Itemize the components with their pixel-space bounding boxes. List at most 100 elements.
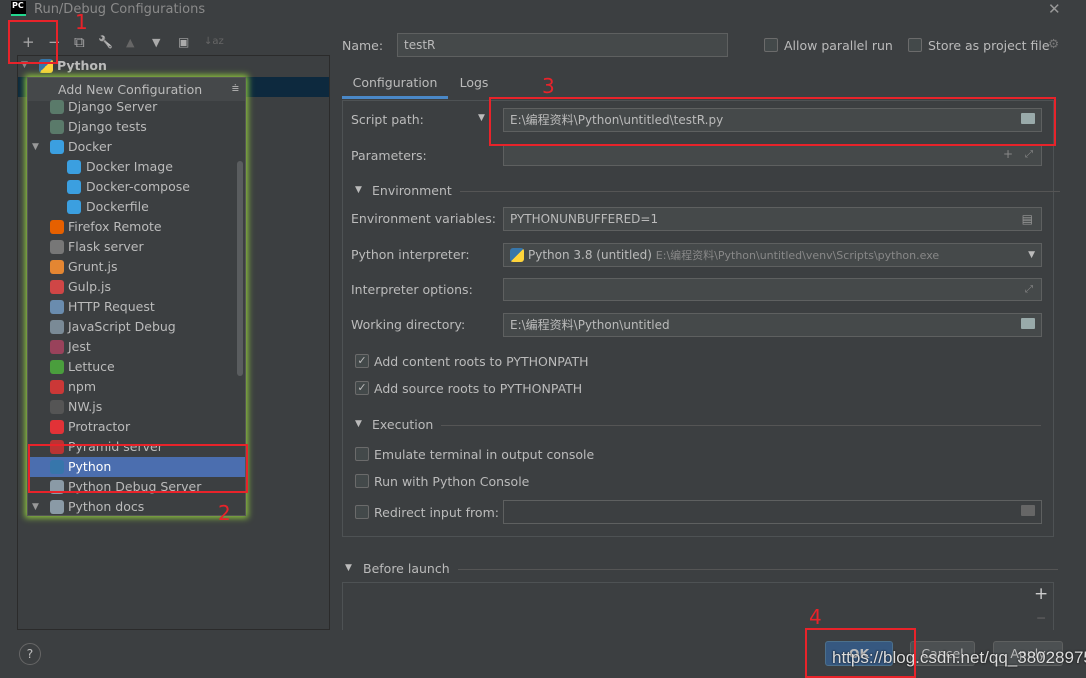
config-type-item[interactable]: Dockerfile xyxy=(28,197,245,217)
script-type-dropdown-icon[interactable]: ▼ xyxy=(478,113,485,123)
workdir-input[interactable]: E:\编程资料\Python\untitled xyxy=(503,313,1042,337)
config-type-item[interactable]: Django Server xyxy=(28,97,245,117)
config-type-item[interactable]: Docker Image xyxy=(28,157,245,177)
config-type-label: HTTP Request xyxy=(68,299,155,314)
folder-icon[interactable] xyxy=(1021,318,1035,329)
parameters-label: Parameters: xyxy=(351,148,427,163)
config-type-item[interactable]: Lettuce xyxy=(28,357,245,377)
source-roots-label: Add source roots to PYTHONPATH xyxy=(374,381,583,396)
config-type-item[interactable]: Jest xyxy=(28,337,245,357)
collapse-icon[interactable]: ⩧ xyxy=(232,80,239,96)
config-type-item[interactable]: npm xyxy=(28,377,245,397)
workdir-value: E:\编程资料\Python\untitled xyxy=(510,318,670,332)
config-type-item[interactable]: Firefox Remote xyxy=(28,217,245,237)
annotation-box-3 xyxy=(489,97,1056,146)
wrench-icon[interactable]: 🔧 xyxy=(98,35,113,49)
interpreter-select[interactable]: Python 3.8 (untitled) E:\编程资料\Python\unt… xyxy=(503,243,1042,267)
help-button[interactable]: ? xyxy=(19,643,41,665)
annotation-number-4: 4 xyxy=(809,605,822,629)
protractor-icon xyxy=(50,420,64,434)
redirect-input-field[interactable] xyxy=(503,500,1042,524)
config-type-label: Python docs xyxy=(68,499,145,514)
allow-parallel-checkbox[interactable] xyxy=(764,38,778,52)
name-label: Name: xyxy=(342,38,384,53)
config-type-item[interactable]: Flask server xyxy=(28,237,245,257)
document-icon[interactable]: ▤ xyxy=(1022,208,1033,230)
popup-scrollbar[interactable] xyxy=(237,161,243,376)
collapse-arrow-icon[interactable]: ▼ xyxy=(345,563,352,573)
config-type-label: Jest xyxy=(68,339,91,354)
redirect-input-checkbox[interactable] xyxy=(355,505,369,519)
js-debug-icon xyxy=(50,320,64,334)
store-project-checkbox[interactable] xyxy=(908,38,922,52)
collapse-arrow-icon[interactable]: ▼ xyxy=(355,185,362,195)
env-vars-input[interactable]: PYTHONUNBUFFERED=1 ▤ xyxy=(503,207,1042,231)
interp-options-label: Interpreter options: xyxy=(351,282,473,297)
execution-section: Execution xyxy=(372,417,1046,432)
config-type-item[interactable]: Grunt.js xyxy=(28,257,245,277)
config-type-item[interactable]: Django tests xyxy=(28,117,245,137)
before-launch-list[interactable] xyxy=(342,582,1054,632)
gear-icon[interactable]: ⚙ xyxy=(1048,36,1059,51)
content-roots-checkbox[interactable]: ✓ xyxy=(355,354,369,368)
config-type-item[interactable]: Docker-compose xyxy=(28,177,245,197)
copy-icon[interactable]: ⧉ xyxy=(74,33,85,51)
python-icon xyxy=(510,248,524,262)
expand-arrow-icon[interactable]: ▼ xyxy=(32,137,39,157)
sort-icon[interactable]: ↓az xyxy=(204,36,224,47)
config-type-item[interactable]: JavaScript Debug xyxy=(28,317,245,337)
run-console-label: Run with Python Console xyxy=(374,474,530,489)
close-icon[interactable]: ✕ xyxy=(1048,0,1061,18)
store-project-label: Store as project file xyxy=(928,38,1050,53)
move-up-icon[interactable]: ▲ xyxy=(126,36,134,49)
interp-options-input[interactable]: ⤢ xyxy=(503,278,1042,301)
folder-add-icon[interactable]: ▣ xyxy=(178,35,189,49)
emulate-terminal-label: Emulate terminal in output console xyxy=(374,447,595,462)
run-console-checkbox[interactable] xyxy=(355,474,369,488)
collapse-arrow-icon[interactable]: ▼ xyxy=(355,419,362,429)
interpreter-label: Python interpreter: xyxy=(351,247,470,262)
config-type-item[interactable]: Gulp.js xyxy=(28,277,245,297)
grunt-icon xyxy=(50,260,64,274)
config-type-item[interactable]: NW.js xyxy=(28,397,245,417)
expand-icon[interactable]: ⤢ xyxy=(1025,145,1033,165)
config-type-label: Gulp.js xyxy=(68,279,111,294)
add-task-icon[interactable]: + xyxy=(1034,584,1048,604)
config-type-item[interactable]: HTTP Request xyxy=(28,297,245,317)
config-type-label: Django Server xyxy=(68,99,158,114)
config-type-label: JavaScript Debug xyxy=(68,319,176,334)
config-type-label: Protractor xyxy=(68,419,131,434)
remove-task-icon[interactable]: − xyxy=(1036,610,1046,625)
parameters-input[interactable]: + ⤢ xyxy=(503,144,1042,166)
name-input[interactable]: testR xyxy=(397,33,728,57)
docker-icon xyxy=(50,140,64,154)
config-type-label: Docker xyxy=(68,139,112,154)
tab-logs[interactable]: Logs xyxy=(450,72,498,99)
env-vars-value: PYTHONUNBUFFERED=1 xyxy=(510,212,659,226)
content-roots-label: Add content roots to PYTHONPATH xyxy=(374,354,589,369)
folder-icon[interactable] xyxy=(1021,505,1035,516)
firefox-icon xyxy=(50,220,64,234)
source-roots-checkbox[interactable]: ✓ xyxy=(355,381,369,395)
script-path-label: Script path: xyxy=(351,112,424,127)
move-down-icon[interactable]: ▼ xyxy=(152,36,160,49)
config-type-item[interactable]: ▼ Docker xyxy=(28,137,245,157)
annotation-number-1: 1 xyxy=(75,10,88,34)
django-icon xyxy=(50,100,64,114)
config-type-item[interactable]: ▼ Python docs xyxy=(28,497,245,517)
annotation-number-3: 3 xyxy=(542,74,555,98)
dropdown-arrow-icon[interactable]: ▼ xyxy=(1028,244,1035,266)
emulate-terminal-checkbox[interactable] xyxy=(355,447,369,461)
config-type-label: npm xyxy=(68,379,97,394)
api-icon xyxy=(50,300,64,314)
expand-icon[interactable]: ⤢ xyxy=(1025,279,1033,300)
tree-root-python[interactable]: Python xyxy=(57,58,107,73)
env-vars-label: Environment variables: xyxy=(351,211,496,226)
expand-arrow-icon[interactable]: ▼ xyxy=(32,497,39,517)
config-type-item[interactable]: Protractor xyxy=(28,417,245,437)
allow-parallel-label: Allow parallel run xyxy=(784,38,893,53)
annotation-box-2 xyxy=(28,444,248,493)
add-icon[interactable]: + xyxy=(1003,145,1013,165)
config-type-label: Django tests xyxy=(68,119,147,134)
tab-configuration[interactable]: Configuration xyxy=(342,72,448,99)
